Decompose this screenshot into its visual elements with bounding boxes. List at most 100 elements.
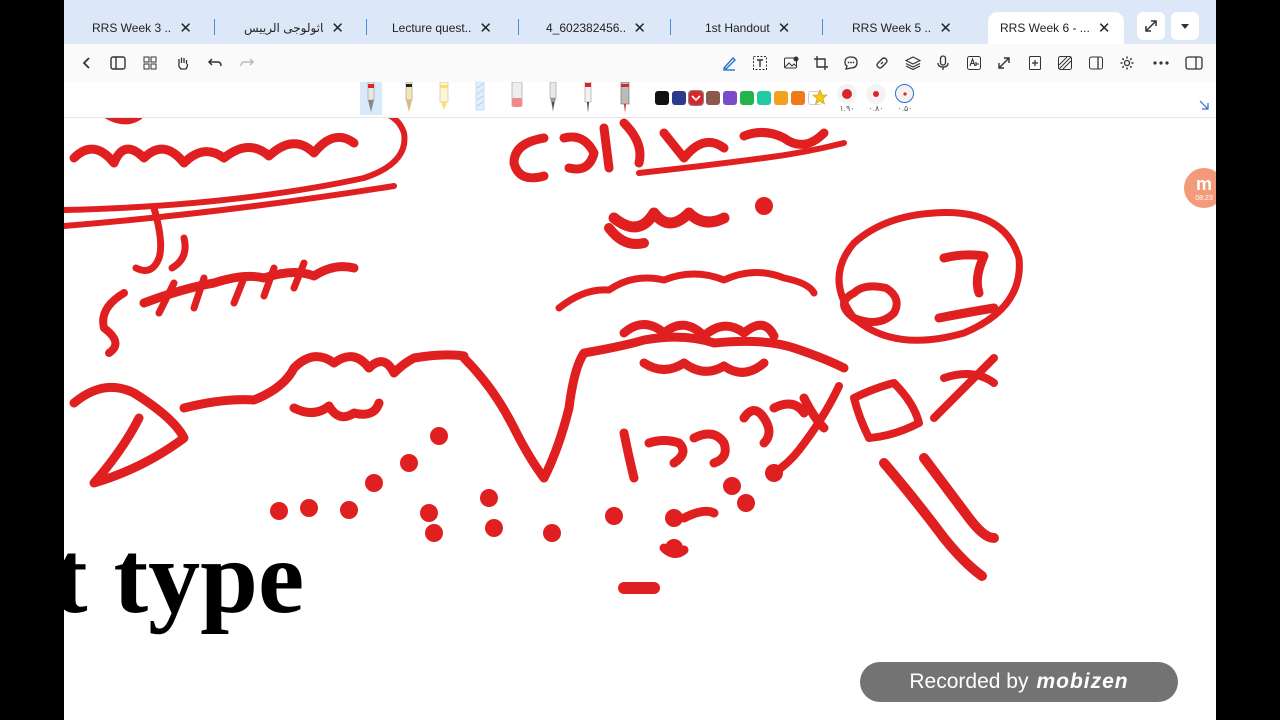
pattern-icon	[1058, 56, 1072, 70]
eraser-icon	[511, 81, 523, 107]
panel-icon	[1185, 56, 1203, 70]
color-swatch-purple[interactable]	[723, 91, 737, 105]
redo-button[interactable]	[236, 52, 258, 74]
fineliner-tool[interactable]	[577, 81, 599, 115]
color-swatch-green[interactable]	[740, 91, 754, 105]
split-view-button[interactable]	[1085, 52, 1107, 74]
undo-icon	[207, 58, 222, 67]
close-icon[interactable]: ✕	[1098, 19, 1111, 37]
layers-button[interactable]	[902, 52, 924, 74]
close-icon[interactable]: ✕	[479, 19, 492, 37]
image-insert-button[interactable]	[780, 52, 802, 74]
arrow-down-right-icon	[1199, 100, 1209, 110]
crop-button[interactable]	[810, 52, 832, 74]
grid-icon	[143, 56, 157, 70]
close-icon[interactable]: ✕	[331, 19, 344, 37]
comment-icon	[844, 56, 858, 70]
fullscreen-button[interactable]	[993, 52, 1015, 74]
tab-label: 1st Handout	[705, 21, 770, 35]
note-canvas[interactable]: lt type	[64, 118, 1216, 720]
tab-lecture-questions[interactable]: Lecture quest... ✕	[392, 12, 492, 44]
color-swatch-orange[interactable]	[791, 91, 805, 105]
chevron-left-icon	[82, 57, 90, 69]
text-box-button[interactable]	[749, 52, 771, 74]
tab-divider	[518, 19, 519, 35]
brush-pen-tool[interactable]	[542, 81, 564, 115]
tab-divider	[214, 19, 215, 35]
tab-rrs-week-5[interactable]: RRS Week 5 ... ✕	[852, 12, 952, 44]
ocr-button[interactable]	[963, 52, 985, 74]
stroke-size-medium[interactable]	[866, 84, 886, 104]
tab-file-4[interactable]: 4_602382456... ✕	[546, 12, 646, 44]
eraser-tool[interactable]	[506, 81, 528, 115]
text-box-icon	[753, 56, 767, 70]
marker-tool[interactable]	[614, 81, 636, 115]
grid-view-button[interactable]	[139, 52, 161, 74]
pen-icon	[722, 56, 736, 71]
back-button[interactable]	[76, 52, 98, 74]
reader-mode-button[interactable]	[1183, 52, 1205, 74]
stroke-size-large[interactable]	[837, 84, 857, 104]
resize-icon	[998, 57, 1010, 69]
stroke-size-small[interactable]	[895, 84, 914, 103]
link-button[interactable]	[871, 52, 893, 74]
dot-medium-icon	[873, 91, 879, 97]
tab-label: RRS Week 5 ...	[852, 21, 932, 35]
close-icon[interactable]: ✕	[939, 19, 952, 37]
tab-list-dropdown[interactable]	[1171, 12, 1199, 40]
undo-button[interactable]	[204, 52, 226, 74]
tab-label: 4_602382456...	[546, 21, 626, 35]
fountain-pen-icon	[367, 81, 375, 112]
tab-bar: RRS Week 3 ... ✕ باثولوجى الرييس... ✕ Le…	[64, 0, 1216, 44]
sidebar-toggle-button[interactable]	[107, 52, 129, 74]
close-icon[interactable]: ✕	[778, 19, 791, 37]
color-swatch-black[interactable]	[655, 91, 669, 105]
color-swatch-yellow[interactable]	[774, 91, 788, 105]
tab-rrs-week-6[interactable]: RRS Week 6 - ... ✕	[988, 12, 1124, 44]
tab-pathology[interactable]: باثولوجى الرييس... ✕	[244, 12, 344, 44]
tab-rrs-week-3[interactable]: RRS Week 3 ... ✕	[92, 12, 192, 44]
more-icon	[1153, 61, 1169, 65]
gear-icon	[1120, 56, 1134, 70]
crop-icon	[814, 56, 828, 70]
collapse-toolbar-button[interactable]	[1198, 98, 1210, 116]
highlighter-tool[interactable]	[433, 81, 455, 115]
hand-tool-button[interactable]	[172, 52, 194, 74]
recorder-watermark: Recorded by mobizen	[860, 662, 1178, 702]
color-swatch-red[interactable]	[688, 90, 704, 106]
checkmark-icon	[691, 95, 701, 102]
layers-icon	[905, 56, 921, 71]
tab-1st-handout[interactable]: 1st Handout ✕	[705, 12, 805, 44]
color-swatch-navy[interactable]	[672, 91, 686, 105]
expand-button[interactable]	[1137, 12, 1165, 40]
more-options-button[interactable]	[1150, 52, 1172, 74]
sidebar-icon	[110, 56, 126, 70]
recorder-floating-button[interactable]: m 08:23	[1184, 168, 1216, 208]
recording-time: 08:23	[1195, 195, 1213, 202]
text-recognition-icon	[967, 56, 981, 70]
tab-divider	[670, 19, 671, 35]
favorite-colors-button[interactable]	[812, 89, 828, 110]
star-icon	[812, 89, 828, 105]
close-icon[interactable]: ✕	[179, 19, 192, 37]
add-page-button[interactable]	[1024, 52, 1046, 74]
color-swatch-brown[interactable]	[706, 91, 720, 105]
brush-pen-icon	[549, 81, 557, 112]
chevron-down-icon	[1181, 24, 1189, 29]
pen-mode-button[interactable]	[718, 52, 740, 74]
image-icon	[784, 56, 799, 69]
record-audio-button[interactable]	[932, 52, 954, 74]
lasso-tool[interactable]	[469, 81, 491, 115]
template-button[interactable]	[1054, 52, 1076, 74]
tab-label: باثولوجى الرييس...	[244, 21, 324, 35]
settings-button[interactable]	[1116, 52, 1138, 74]
color-swatch-teal[interactable]	[757, 91, 771, 105]
pencil-tool[interactable]	[398, 81, 420, 115]
fountain-pen-tool[interactable]	[360, 81, 382, 115]
comment-button[interactable]	[840, 52, 862, 74]
close-icon[interactable]: ✕	[633, 19, 646, 37]
highlighter-icon	[439, 81, 449, 110]
watermark-brand: mobizen	[1036, 670, 1129, 693]
watermark-prefix: Recorded by	[909, 670, 1029, 693]
document-text: lt type	[64, 520, 305, 635]
